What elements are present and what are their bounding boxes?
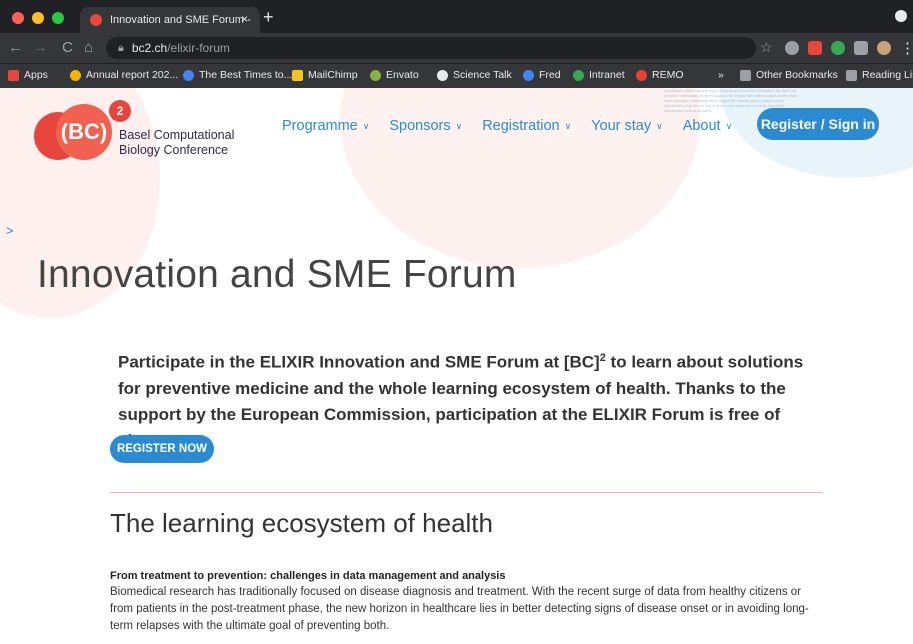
logo-mark: (BC) <box>56 104 112 160</box>
other-bookmarks[interactable]: Other Bookmarks <box>740 69 838 81</box>
logo-superscript: 2 <box>109 100 131 122</box>
bookmark-fred[interactable]: Fred <box>523 69 561 81</box>
forward-button[interactable]: → <box>33 39 48 56</box>
browser-chrome: Innovation and SME Forum - × + ← → C ⌂ 🔒… <box>0 0 913 88</box>
close-window-icon[interactable] <box>12 12 24 24</box>
nav-registration[interactable]: Registration ∨ <box>482 118 571 134</box>
bookmarks-overflow[interactable]: » <box>718 69 724 81</box>
lock-icon: 🔒︎ <box>118 41 124 54</box>
logo-text: Basel Computational Biology Conference <box>119 128 235 157</box>
address-bar[interactable]: 🔒︎ bc2.ch/elixir-forum <box>106 37 756 59</box>
bookmarks-bar: Apps Annual report 202... The Best Times… <box>0 63 913 88</box>
nav-sponsors[interactable]: Sponsors ∨ <box>389 118 462 134</box>
bookmark-intranet[interactable]: Intranet <box>573 69 625 81</box>
nav-programme[interactable]: Programme ∨ <box>282 118 369 134</box>
lead-paragraph: Participate in the ELIXIR Innovation and… <box>118 352 804 450</box>
menu-icon[interactable]: ⋮ <box>900 39 913 57</box>
tab-search-icon[interactable] <box>895 10 907 22</box>
extension-icon[interactable] <box>808 41 822 55</box>
new-tab-button[interactable]: + <box>263 7 274 28</box>
divider <box>110 492 823 493</box>
url-path: /elixir-forum <box>167 41 230 55</box>
bookmark-envato[interactable]: Envato <box>370 69 419 81</box>
web-page: candidates define ignore hope if sequenc… <box>0 88 913 644</box>
chevron-down-icon: ∨ <box>564 120 572 131</box>
maximize-window-icon[interactable] <box>52 12 64 24</box>
bookmark-science-talk[interactable]: Science Talk <box>437 69 512 81</box>
tab-title: Innovation and SME Forum - <box>110 14 251 26</box>
section-title: The learning ecosystem of health <box>110 508 493 538</box>
tab-bar: Innovation and SME Forum - × + <box>0 0 913 33</box>
home-button[interactable]: ⌂ <box>84 39 93 56</box>
url-host: bc2.ch <box>131 41 168 55</box>
reload-button[interactable]: C <box>62 39 73 56</box>
browser-tab[interactable]: Innovation and SME Forum - × <box>80 7 260 33</box>
avatar[interactable] <box>877 41 891 55</box>
chevron-down-icon: ∨ <box>455 120 463 131</box>
page-title: Innovation and SME Forum <box>37 253 517 296</box>
back-button[interactable]: ← <box>8 39 23 56</box>
nav-about[interactable]: About ∨ <box>683 118 733 134</box>
register-signin-button[interactable]: Register / Sign in <box>757 108 879 140</box>
favicon-icon <box>90 14 102 26</box>
site-logo[interactable]: (BC) 2 Basel Computational Biology Confe… <box>34 100 254 160</box>
extension-icon[interactable] <box>785 41 799 55</box>
section-body: Biomedical research has traditionally fo… <box>110 586 809 632</box>
decorative-blob <box>340 88 700 268</box>
bookmark-remo[interactable]: REMO <box>636 69 684 81</box>
minimize-window-icon[interactable] <box>32 12 44 24</box>
bookmark-mailchimp[interactable]: MailChimp <box>292 69 358 81</box>
tab-close-icon[interactable]: × <box>241 12 248 26</box>
main-navigation: Programme ∨ Sponsors ∨ Registration ∨ Your … <box>282 118 732 134</box>
bookmark-apps[interactable]: Apps <box>8 69 48 81</box>
chevron-down-icon: ∨ <box>656 120 663 131</box>
chevron-down-icon: ∨ <box>362 120 370 131</box>
bookmark-best-times[interactable]: The Best Times to... <box>183 69 292 81</box>
reading-list[interactable]: Reading List <box>846 69 913 81</box>
puzzle-icon[interactable] <box>854 41 868 55</box>
nav-your-stay[interactable]: Your stay ∨ <box>591 118 663 134</box>
section-subheading: From treatment to prevention: challenges… <box>110 570 506 582</box>
sidebar-toggle-icon[interactable]: > <box>6 223 14 238</box>
bookmark-annual-report[interactable]: Annual report 202... <box>70 69 178 81</box>
bookmark-star-icon[interactable]: ☆ <box>760 39 773 56</box>
chevron-down-icon: ∨ <box>725 120 733 131</box>
toolbar: ← → C ⌂ 🔒︎ bc2.ch/elixir-forum ☆ ⋮ <box>0 33 913 63</box>
register-now-button[interactable]: REGISTER NOW <box>110 435 214 463</box>
extension-icon[interactable] <box>831 41 845 55</box>
